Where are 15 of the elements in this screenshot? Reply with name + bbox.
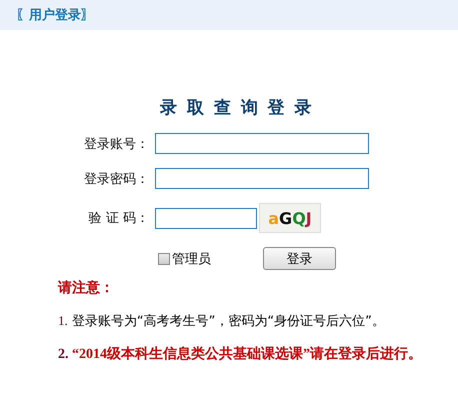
captcha-field[interactable] <box>155 208 257 228</box>
password-field[interactable] <box>155 168 369 189</box>
field-label: 登录账号： <box>83 136 149 152</box>
header-title: 〖用户登录〗 <box>16 6 94 24</box>
account-field[interactable] <box>155 133 369 154</box>
admin-checkbox[interactable] <box>158 252 170 264</box>
captcha-image: aGQJ <box>259 203 321 233</box>
notice-text: 2. “2014级本科生信息类公共基础课选课”请在登录后进行。 <box>58 345 423 363</box>
notice-heading: 请注意： <box>58 279 115 297</box>
form-title: 录 取 查 询 登 录 <box>160 97 315 119</box>
field-label: 登录密码： <box>83 170 149 188</box>
field-label: 验 证 码： <box>88 210 149 227</box>
notice-text: 1. 登录账号为“高考考生号”，密码为“身份证号后六位”。 <box>58 312 386 330</box>
login-button[interactable]: 登录 <box>263 247 336 270</box>
checkbox-label: 管理员 <box>172 250 211 268</box>
